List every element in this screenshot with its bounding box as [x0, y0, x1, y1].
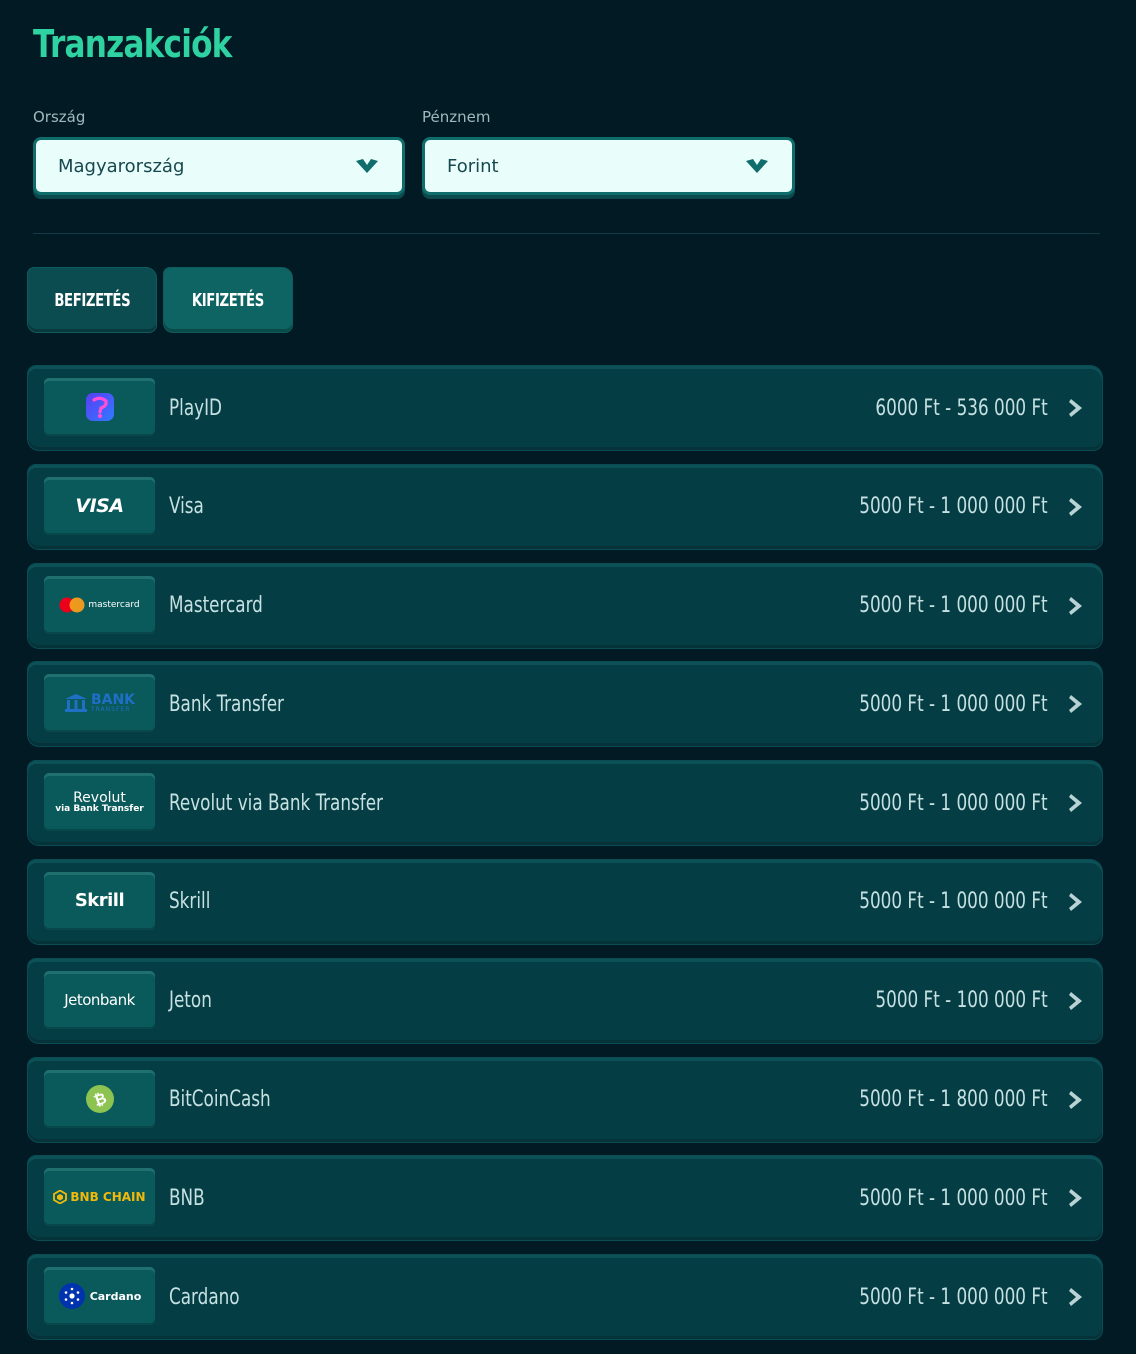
method-name: Mastercard [169, 593, 263, 619]
method-range: 5000 Ft - 100 000 Ft [875, 988, 1048, 1014]
bnb-chain-logo-icon: BNB CHAIN [44, 1168, 155, 1227]
mastercard-circles-icon [59, 597, 85, 613]
chevron-right-icon [1069, 892, 1082, 911]
visa-logo-text: VISA [75, 494, 124, 517]
method-range: 5000 Ft - 1 000 000 Ft [859, 790, 1048, 816]
bank-logo-subtext: TRANSFER [90, 706, 131, 714]
page-title: Tranzakciók [33, 22, 232, 66]
mastercard-logo-icon: mastercard [44, 575, 155, 634]
method-name: Jeton [169, 988, 212, 1014]
tab-withdrawal-label: KIFIZETÉS [192, 289, 264, 311]
chevron-right-icon [1069, 1090, 1082, 1109]
method-name: Cardano [169, 1284, 240, 1310]
currency-label: Pénznem [422, 108, 491, 126]
payment-method-row[interactable]: BANK TRANSFER Bank Transfer 5000 Ft - 1 … [28, 662, 1102, 747]
country-select[interactable]: Magyarország [33, 137, 405, 195]
method-name: PlayID [169, 395, 223, 421]
revolut-logo-icon: Revolut via Bank Transfer [44, 773, 155, 832]
payment-method-row[interactable]: Cardano Cardano 5000 Ft - 1 000 000 Ft [28, 1255, 1102, 1340]
payment-method-row[interactable]: VISA Visa 5000 Ft - 1 000 000 Ft [28, 464, 1102, 549]
payment-method-row[interactable]: Jetonbank Jeton 5000 Ft - 100 000 Ft [28, 958, 1102, 1043]
bank-building-icon [64, 694, 87, 713]
chevron-right-icon [1069, 596, 1082, 615]
method-range: 5000 Ft - 1 800 000 Ft [859, 1087, 1048, 1113]
tab-deposit[interactable]: BEFIZETÉS [28, 268, 156, 332]
bank-transfer-logo-icon: BANK TRANSFER [44, 674, 155, 733]
country-select-value: Magyarország [58, 155, 185, 177]
divider [33, 233, 1100, 234]
chevron-right-icon [1069, 399, 1082, 417]
method-range: 5000 Ft - 1 000 000 Ft [859, 593, 1048, 619]
cardano-logo-icon: Cardano [44, 1267, 155, 1326]
method-name: BNB [169, 1185, 205, 1211]
chevron-right-icon [1069, 695, 1082, 714]
country-label: Ország [33, 108, 86, 126]
payment-method-row[interactable]: ₿ BitCoinCash 5000 Ft - 1 800 000 Ft [28, 1057, 1102, 1142]
playid-logo-icon [44, 378, 155, 436]
method-range: 6000 Ft - 536 000 Ft [875, 395, 1048, 421]
bitcoincash-logo-icon: ₿ [44, 1069, 155, 1128]
bank-logo-text: BANK [90, 692, 136, 709]
method-range: 5000 Ft - 1 000 000 Ft [859, 1185, 1048, 1211]
method-range: 5000 Ft - 1 000 000 Ft [859, 1284, 1048, 1310]
cardano-logo-text: Cardano [89, 1289, 142, 1303]
payment-method-row[interactable]: Revolut via Bank Transfer Revolut via Ba… [28, 761, 1102, 846]
chevron-down-icon [356, 159, 378, 173]
mastercard-logo-text: mastercard [88, 599, 140, 610]
chevron-right-icon [1069, 1288, 1082, 1307]
chevron-right-icon [1069, 497, 1082, 516]
chevron-right-icon [1069, 991, 1082, 1010]
cardano-coin-icon [58, 1283, 85, 1310]
method-range: 5000 Ft - 1 000 000 Ft [859, 494, 1048, 520]
payment-method-row[interactable]: mastercard Mastercard 5000 Ft - 1 000 00… [28, 563, 1102, 648]
chevron-right-icon [1069, 794, 1082, 813]
tab-withdrawal[interactable]: KIFIZETÉS [164, 268, 292, 332]
chevron-down-icon [746, 159, 768, 173]
bnb-logo-text: BNB CHAIN [70, 1190, 146, 1205]
tab-deposit-label: BEFIZETÉS [54, 289, 130, 311]
skrill-logo-icon: Skrill [44, 871, 155, 930]
payment-methods-list: PlayID 6000 Ft - 536 000 Ft VISA Visa 50… [28, 366, 1102, 1354]
revolut-logo-subtext: via Bank Transfer [55, 803, 144, 814]
method-range: 5000 Ft - 1 000 000 Ft [859, 691, 1048, 717]
payment-method-row[interactable]: Skrill Skrill 5000 Ft - 1 000 000 Ft [28, 859, 1102, 944]
payment-method-row[interactable]: BNB CHAIN BNB 5000 Ft - 1 000 000 Ft [28, 1156, 1102, 1241]
method-name: Visa [169, 494, 204, 520]
visa-logo-icon: VISA [44, 476, 155, 535]
revolut-logo-text: Revolut [73, 789, 126, 806]
jetonbank-logo-text: Jetonbank [64, 990, 135, 1009]
jetonbank-logo-icon: Jetonbank [44, 970, 155, 1029]
method-range: 5000 Ft - 1 000 000 Ft [859, 889, 1048, 915]
currency-select-value: Forint [447, 155, 499, 177]
payment-method-row[interactable]: PlayID 6000 Ft - 536 000 Ft [28, 366, 1102, 450]
bitcoin-cash-coin-icon: ₿ [85, 1084, 114, 1113]
method-name: BitCoinCash [169, 1087, 271, 1113]
skrill-logo-text: Skrill [74, 890, 125, 912]
bnb-cube-icon [53, 1190, 68, 1205]
method-name: Skrill [169, 889, 211, 915]
method-name: Revolut via Bank Transfer [169, 790, 383, 816]
currency-select[interactable]: Forint [422, 137, 795, 195]
chevron-right-icon [1069, 1189, 1082, 1208]
method-name: Bank Transfer [169, 691, 284, 717]
